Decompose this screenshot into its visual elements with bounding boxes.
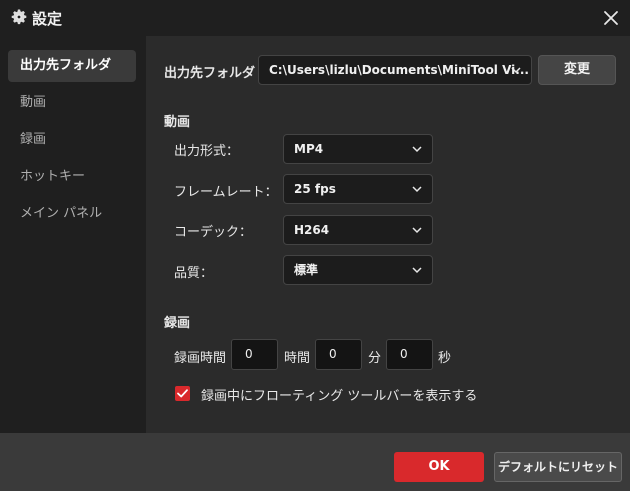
sidebar-item-video[interactable]: 動画 [8, 87, 136, 119]
title-bar: 設定 [0, 0, 630, 36]
quality-value: 標準 [294, 263, 319, 277]
sidebar-item-hotkeys[interactable]: ホットキー [8, 161, 136, 193]
minutes-unit: 分 [368, 351, 382, 366]
ok-button[interactable]: OK [394, 452, 484, 482]
format-value: MP4 [294, 142, 324, 156]
output-folder-select[interactable]: C:\Users\lizlu\Documents\MiniTool Vi... [258, 55, 532, 85]
sidebar-item-output-folder[interactable]: 出力先フォルダ [8, 50, 136, 82]
dialog-footer: OK デフォルトにリセット [0, 433, 630, 491]
chevron-down-icon [412, 267, 422, 274]
framerate-label: フレームレート： [174, 185, 278, 200]
recording-section-heading: 録画 [164, 316, 191, 331]
chevron-down-icon [412, 227, 422, 234]
hours-input[interactable]: 0 [231, 339, 278, 370]
framerate-value: 25 fps [294, 182, 336, 196]
reset-default-button[interactable]: デフォルトにリセット [494, 452, 622, 482]
codec-value: H264 [294, 223, 330, 237]
floating-toolbar-label: 録画中にフローティング ツールバーを表示する [201, 389, 478, 404]
sidebar: 出力先フォルダ 動画 録画 ホットキー メイン パネル [0, 36, 146, 433]
seconds-unit: 秒 [438, 351, 452, 366]
hours-unit: 時間 [284, 351, 311, 366]
format-label: 出力形式： [174, 144, 240, 159]
output-folder-path: C:\Users\lizlu\Documents\MiniTool Vi... [269, 63, 529, 77]
format-select[interactable]: MP4 [283, 134, 433, 164]
sidebar-item-recording[interactable]: 録画 [8, 124, 136, 156]
settings-content: 出力先フォルダ C:\Users\lizlu\Documents\MiniToo… [146, 36, 630, 433]
close-icon[interactable] [600, 7, 622, 29]
floating-toolbar-checkbox[interactable] [175, 386, 190, 401]
video-section-heading: 動画 [164, 115, 191, 130]
sidebar-item-main-panel[interactable]: メイン パネル [8, 198, 136, 230]
seconds-input[interactable]: 0 [386, 339, 433, 370]
output-folder-label: 出力先フォルダ [164, 66, 256, 81]
codec-select[interactable]: H264 [283, 215, 433, 245]
minutes-input[interactable]: 0 [315, 339, 362, 370]
chevron-down-icon [511, 67, 521, 74]
checkmark-icon [177, 389, 188, 398]
change-folder-button[interactable]: 変更 [538, 55, 616, 85]
codec-label: コーデック： [174, 225, 253, 240]
chevron-down-icon [412, 146, 422, 153]
recording-duration-label: 録画時間 [174, 351, 227, 366]
framerate-select[interactable]: 25 fps [283, 174, 433, 204]
gear-icon [11, 9, 27, 25]
scrollbar[interactable] [622, 36, 630, 433]
window-title: 設定 [32, 10, 63, 28]
chevron-down-icon [412, 186, 422, 193]
quality-select[interactable]: 標準 [283, 255, 433, 285]
quality-label: 品質： [174, 266, 214, 281]
